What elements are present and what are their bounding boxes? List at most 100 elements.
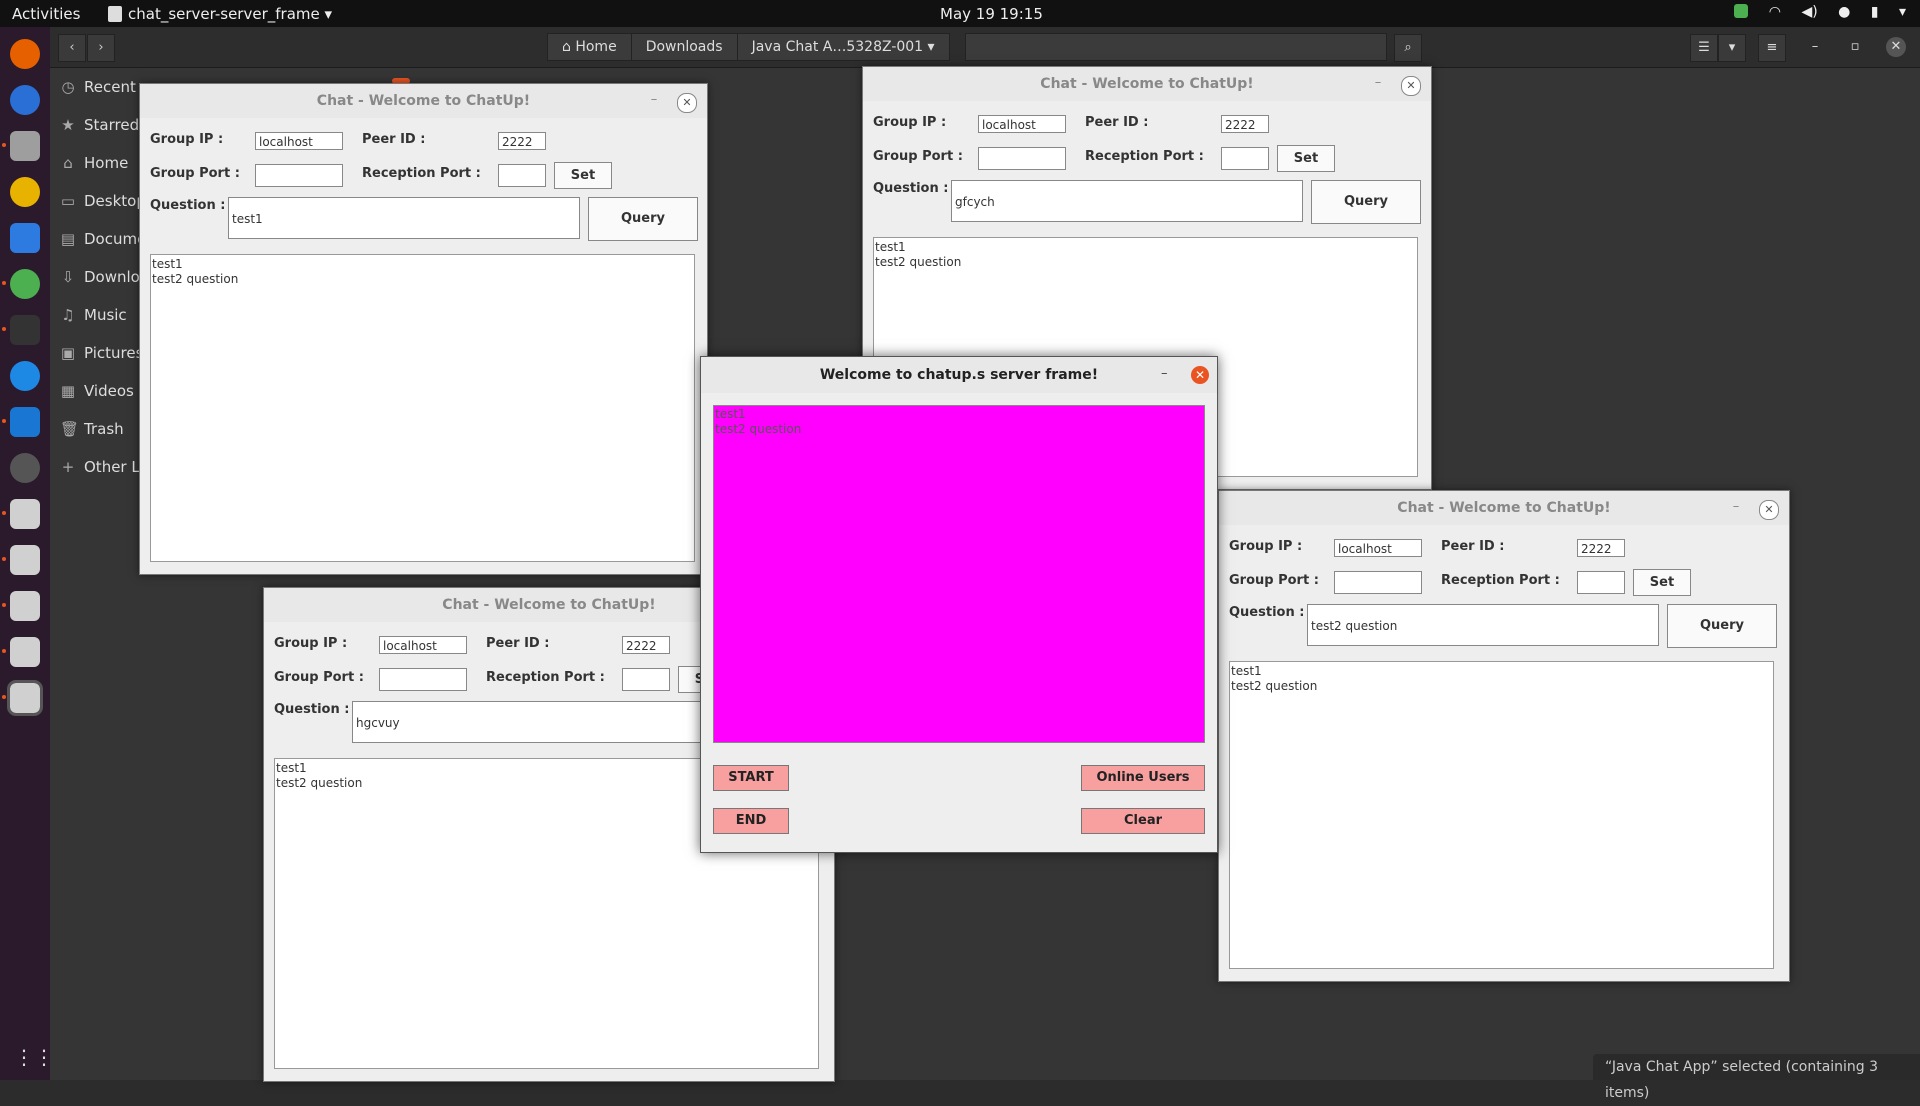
set-button[interactable]: Set xyxy=(554,162,612,189)
peer-id-field[interactable]: 2222 xyxy=(622,636,670,654)
peer-id-field[interactable]: 2222 xyxy=(1577,539,1625,557)
chrome-icon[interactable] xyxy=(2,269,40,299)
sidebar-item[interactable]: ⇩Downloads xyxy=(50,258,150,296)
power-menu-icon[interactable]: ▾ xyxy=(1899,4,1906,20)
update-icon[interactable] xyxy=(1734,4,1749,18)
minimize-icon[interactable]: – xyxy=(1729,499,1743,514)
clear-button[interactable]: Clear xyxy=(1081,808,1205,834)
sidebar-item[interactable]: ▣ Pictures xyxy=(50,334,150,372)
group-ip-field[interactable]: localhost xyxy=(1334,539,1422,557)
start-button[interactable]: START xyxy=(713,765,789,791)
thunderbird-icon[interactable] xyxy=(10,85,40,115)
peer-id-field[interactable]: 2222 xyxy=(498,132,546,150)
question-field[interactable]: hgcvuy xyxy=(352,701,704,743)
group-port-field[interactable] xyxy=(379,668,467,691)
close-icon[interactable]: ✕ xyxy=(677,93,697,113)
minimize-icon[interactable]: – xyxy=(647,92,661,107)
reception-port-field[interactable] xyxy=(1577,571,1625,594)
sidebar-item[interactable]: ★ Starred xyxy=(50,106,150,144)
set-button[interactable]: Set xyxy=(1633,569,1691,596)
java-window-icon[interactable] xyxy=(2,499,40,529)
group-ip-field[interactable]: localhost xyxy=(379,636,467,654)
search-icon[interactable]: ⌕ xyxy=(1394,34,1422,62)
group-ip-label: Group IP : xyxy=(150,132,224,147)
sidebar-item[interactable]: ▦ Videos xyxy=(50,372,150,410)
online-users-button[interactable]: Online Users xyxy=(1081,765,1205,791)
files-icon[interactable] xyxy=(2,131,40,161)
group-ip-label: Group IP : xyxy=(274,636,348,651)
reception-port-field[interactable] xyxy=(1221,147,1269,170)
close-icon[interactable]: ✕ xyxy=(1886,37,1906,57)
java-window-icon[interactable] xyxy=(2,545,40,575)
rhythmbox-icon[interactable] xyxy=(10,177,40,207)
end-button[interactable]: END xyxy=(713,808,789,834)
back-icon[interactable]: ‹ xyxy=(58,34,86,62)
java-window-icon[interactable] xyxy=(2,680,43,716)
list-view-icon[interactable]: ☰ xyxy=(1690,34,1718,62)
messages-area[interactable]: test1 test2 question xyxy=(1229,661,1774,969)
messages-area[interactable]: test1 test2 question xyxy=(150,254,695,562)
peer-id-field[interactable]: 2222 xyxy=(1221,115,1269,133)
sidebar-item-label: Home xyxy=(84,154,129,172)
reception-port-field[interactable] xyxy=(622,668,670,691)
close-icon[interactable]: ✕ xyxy=(1401,76,1421,96)
group-port-field[interactable] xyxy=(978,147,1066,170)
sidebar-item[interactable]: +Other Locations xyxy=(50,448,150,486)
crumb-home[interactable]: ⌂ Home xyxy=(547,33,632,61)
maximize-icon[interactable]: ▫ xyxy=(1845,37,1865,57)
group-port-field[interactable] xyxy=(1334,571,1422,594)
menu-icon[interactable]: ≡ xyxy=(1758,34,1786,62)
system-tray[interactable]: ◠ ◀) ● ▮ ▾ xyxy=(1718,4,1906,20)
query-button[interactable]: Query xyxy=(588,197,698,241)
show-applications-icon[interactable]: ⋮⋮ xyxy=(14,1045,54,1069)
sidebar-item[interactable]: ▤Documents xyxy=(50,220,150,258)
firefox-icon[interactable] xyxy=(10,39,40,69)
vscode-icon[interactable] xyxy=(2,407,40,437)
server-log-area[interactable]: test1 test2 question xyxy=(713,405,1205,743)
minimize-icon[interactable]: – xyxy=(1805,37,1825,57)
clock-icon: ◷ xyxy=(61,78,75,96)
video-icon: ▦ xyxy=(60,382,76,400)
group-ip-field[interactable]: localhost xyxy=(255,132,343,150)
java-window-icon[interactable] xyxy=(2,591,40,621)
clock[interactable]: May 19 19:15 xyxy=(940,5,1043,23)
close-icon[interactable]: ✕ xyxy=(1759,500,1779,520)
reception-port-field[interactable] xyxy=(498,164,546,187)
star-icon: ★ xyxy=(61,116,75,134)
group-port-field[interactable] xyxy=(255,164,343,187)
set-button[interactable]: Set xyxy=(1277,145,1335,172)
top-bar: Activities chat_server-server_frame ▾ Ma… xyxy=(0,0,1920,27)
close-icon[interactable]: ✕ xyxy=(1191,366,1209,384)
view-options-icon[interactable]: ▾ xyxy=(1718,34,1746,62)
writer-icon[interactable] xyxy=(10,223,40,253)
sidebar-item[interactable]: ▭ Desktop xyxy=(50,182,150,220)
status-bar: “Java Chat App” selected (containing 3 i… xyxy=(1593,1054,1920,1101)
question-label: Question : xyxy=(274,702,350,717)
microphone-icon: ● xyxy=(1838,4,1851,20)
minimize-icon[interactable]: – xyxy=(1371,75,1385,90)
question-field[interactable]: test2 question xyxy=(1307,604,1659,646)
file-manager-header: ‹ › ⌂ Home Downloads Java Chat A…5328Z-0… xyxy=(50,27,1920,68)
skype-icon[interactable] xyxy=(10,361,40,391)
java-window-icon[interactable] xyxy=(2,637,40,667)
query-button[interactable]: Query xyxy=(1311,180,1421,224)
activities-button[interactable]: Activities xyxy=(12,5,80,23)
sidebar-item[interactable]: ⌂ Home xyxy=(50,144,150,182)
reception-port-label: Reception Port : xyxy=(362,166,481,181)
terminal-icon[interactable] xyxy=(2,315,40,345)
group-ip-field[interactable]: localhost xyxy=(978,115,1066,133)
app-menu[interactable]: chat_server-server_frame ▾ xyxy=(108,5,332,23)
crumb-downloads[interactable]: Downloads xyxy=(630,33,738,61)
crumb-java-chat[interactable]: Java Chat A…5328Z-001 ▾ xyxy=(736,33,950,61)
question-field[interactable]: test1 xyxy=(228,197,580,239)
question-field[interactable]: gfcych xyxy=(951,180,1303,222)
minimize-icon[interactable]: – xyxy=(1161,366,1168,381)
sidebar-item[interactable]: ◷ Recent xyxy=(50,68,150,106)
forward-icon[interactable]: › xyxy=(87,34,115,62)
volume-icon: ◀) xyxy=(1801,4,1818,20)
sidebar-item[interactable]: 🗑 Trash xyxy=(50,410,150,448)
crumb-home-label: Home xyxy=(575,39,617,55)
query-button[interactable]: Query xyxy=(1667,604,1777,648)
settings-icon[interactable] xyxy=(10,453,40,483)
sidebar-item[interactable]: ♫ Music xyxy=(50,296,150,334)
